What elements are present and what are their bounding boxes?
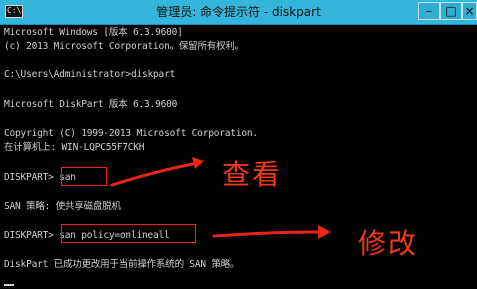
console-line: DiskPart 已成功更改用于当前操作系统的 SAN 策略。 [4,259,240,270]
highlight-box-san-policy [61,224,196,243]
text-cursor [4,284,14,286]
annotation-view-label: 查看 [222,158,283,191]
console-line: Copyright (C) 1999-2013 Microsoft Corpor… [4,128,258,139]
console-line: Microsoft Windows [版本 6.3.9600] [4,27,183,38]
console-line: (c) 2013 Microsoft Corporation。保留所有权利。 [4,41,244,52]
window-title: 管理员: 命令提示符 - diskpart [156,5,321,19]
minimize-button[interactable]: – [418,2,440,20]
close-button[interactable]: × [462,2,477,20]
command-prompt-window: C:\ 管理员: 命令提示符 - diskpart – □ × Microsof… [0,0,477,289]
console-line: SAN 策略: 使共享磁盘脱机 [4,201,121,212]
maximize-button[interactable]: □ [440,2,462,20]
title-bar[interactable]: C:\ 管理员: 命令提示符 - diskpart – □ × [0,0,477,25]
console-line: Microsoft DiskPart 版本 6.3.9600 [4,99,178,110]
console-line: C:\Users\Administrator>diskpart [4,69,176,80]
annotation-modify-label: 修改 [358,227,419,260]
console-line: 在计算机上: WIN-LQPC55F7CKH [4,142,145,153]
highlight-box-san [61,167,107,186]
